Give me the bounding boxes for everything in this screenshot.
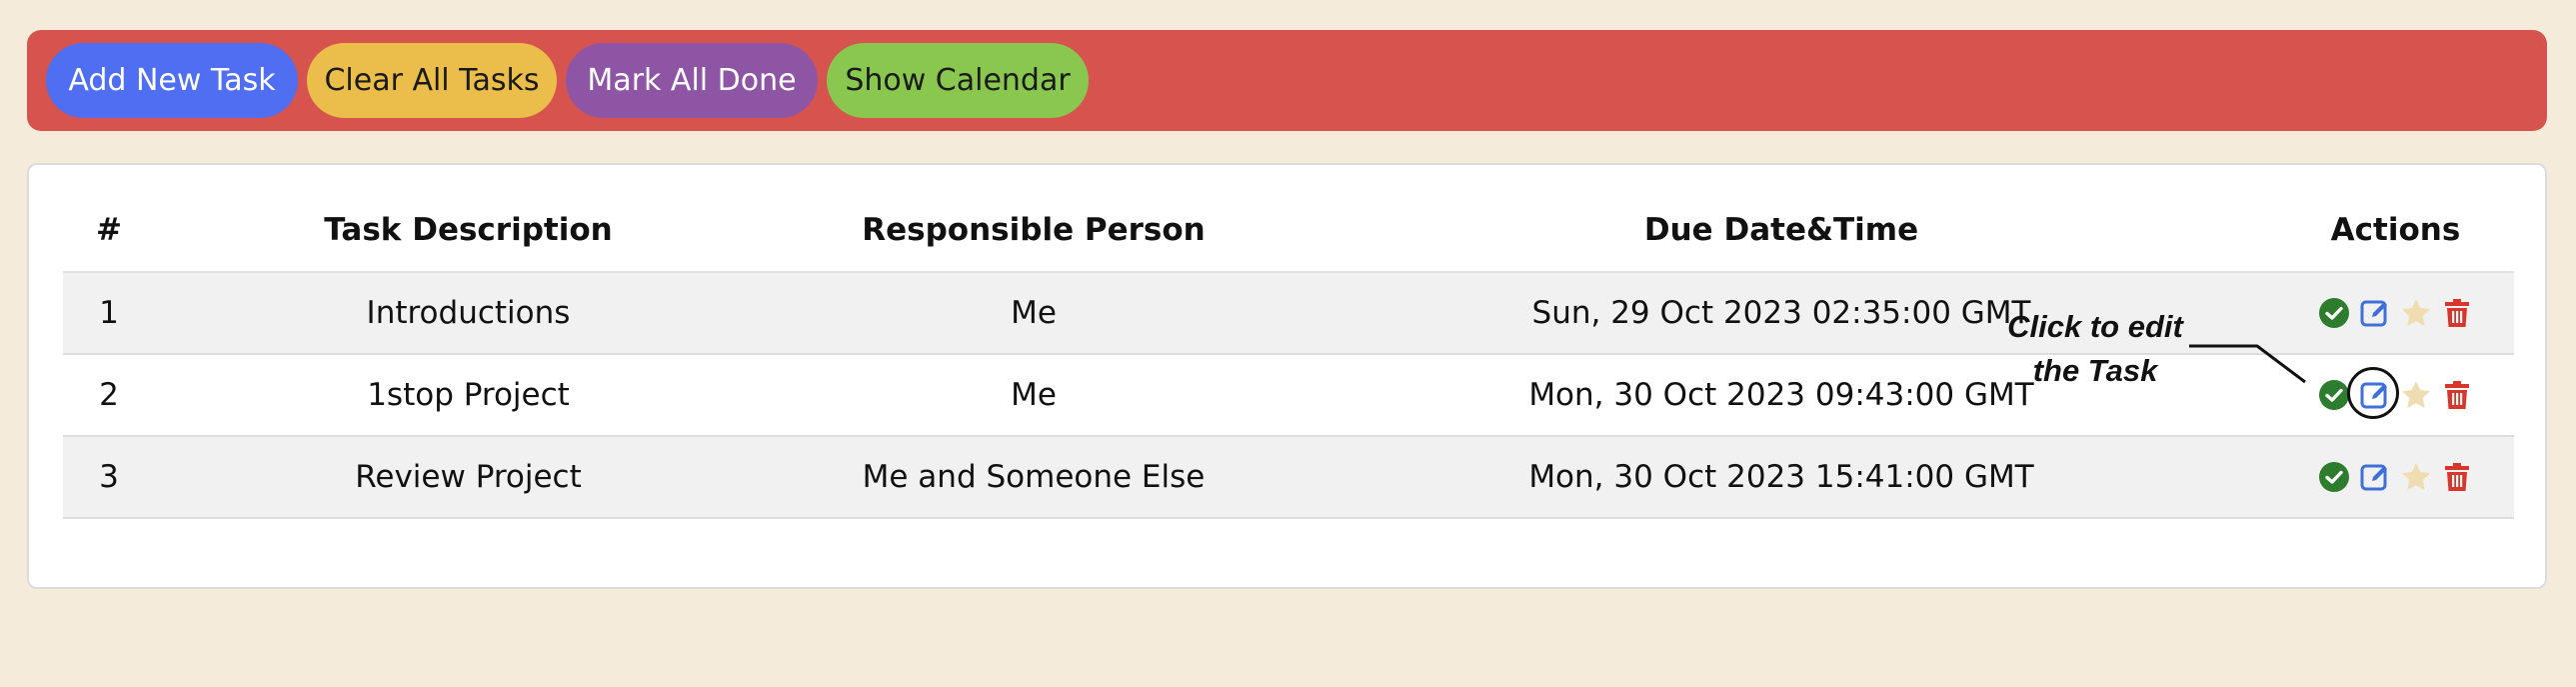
task-actions <box>2277 354 2514 437</box>
header-number: # <box>63 189 155 273</box>
header-task-description: Task Description <box>155 189 782 273</box>
edit-icon[interactable] <box>2347 367 2399 419</box>
row-actions <box>2277 461 2514 493</box>
star-icon[interactable] <box>2400 379 2432 411</box>
edit-icon[interactable] <box>2359 461 2391 493</box>
table-header-row: # Task Description Responsible Person Du… <box>63 189 2514 273</box>
task-person: Me <box>782 354 1286 437</box>
callout-line-2: the Task <box>2032 353 2158 388</box>
task-actions <box>2277 436 2514 519</box>
add-new-task-button[interactable]: Add New Task <box>46 43 298 118</box>
table-row: 3 Review Project Me and Someone Else Mon… <box>63 436 2514 519</box>
show-calendar-button[interactable]: Show Calendar <box>827 43 1089 118</box>
star-icon[interactable] <box>2400 297 2432 329</box>
edit-task-callout: Click to edit the Task <box>1984 305 2206 393</box>
trash-icon[interactable] <box>2441 297 2473 329</box>
toolbar: Add New Task Clear All Tasks Mark All Do… <box>27 30 2547 131</box>
star-icon[interactable] <box>2400 461 2432 493</box>
task-actions <box>2277 272 2514 355</box>
task-person: Me <box>782 272 1286 355</box>
task-description: 1stop Project <box>155 354 782 437</box>
task-description: Introductions <box>155 272 782 355</box>
header-due-date: Due Date&Time <box>1286 189 2277 273</box>
task-number: 3 <box>63 436 155 519</box>
callout-line-1: Click to edit <box>2007 309 2183 344</box>
task-number: 1 <box>63 272 155 355</box>
check-circle-icon[interactable] <box>2318 297 2350 329</box>
check-circle-icon[interactable] <box>2318 379 2350 411</box>
edit-icon[interactable] <box>2359 297 2391 329</box>
task-person: Me and Someone Else <box>782 436 1286 519</box>
task-number: 2 <box>63 354 155 437</box>
row-actions <box>2277 297 2514 329</box>
header-responsible-person: Responsible Person <box>782 189 1286 273</box>
trash-icon[interactable] <box>2441 461 2473 493</box>
header-actions: Actions <box>2277 189 2514 273</box>
task-description: Review Project <box>155 436 782 519</box>
trash-icon[interactable] <box>2441 379 2473 411</box>
mark-all-done-button[interactable]: Mark All Done <box>566 43 818 118</box>
check-circle-icon[interactable] <box>2318 461 2350 493</box>
row-actions <box>2277 367 2514 419</box>
clear-all-tasks-button[interactable]: Clear All Tasks <box>307 43 557 118</box>
task-due: Mon, 30 Oct 2023 15:41:00 GMT <box>1286 436 2277 519</box>
